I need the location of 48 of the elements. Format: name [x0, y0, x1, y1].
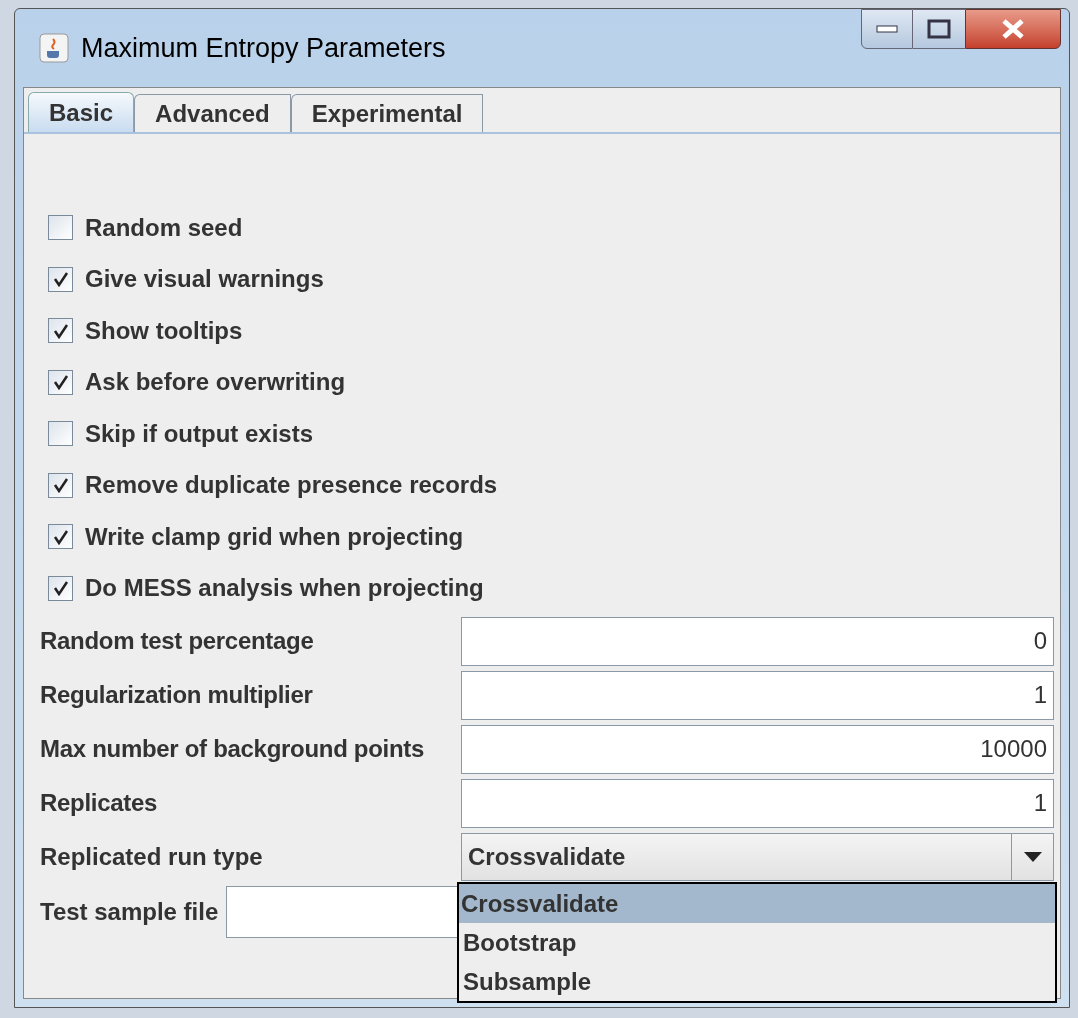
input-field[interactable]: 0: [461, 616, 1054, 666]
input-field[interactable]: 1: [461, 778, 1054, 828]
check-icon: [52, 528, 69, 545]
checkbox-label: Remove duplicate presence records: [85, 470, 498, 501]
tab[interactable]: Basic: [28, 92, 135, 132]
dropdown-option[interactable]: Bootstrap: [459, 923, 1055, 962]
coffee-cup-icon: [39, 33, 69, 63]
checkbox[interactable]: [48, 575, 73, 601]
checkbox-label: Write clamp grid when projecting: [85, 521, 464, 552]
checkbox[interactable]: [48, 421, 73, 447]
checkbox-label: Show tooltips: [85, 315, 243, 346]
field-label: Regularization multiplier: [40, 680, 314, 710]
window-title: Maximum Entropy Parameters: [81, 31, 446, 65]
close-icon: [1000, 18, 1026, 40]
field-label: Replicated run type: [40, 842, 264, 872]
close-button[interactable]: [965, 9, 1061, 49]
checkbox[interactable]: [48, 524, 73, 550]
minimize-icon: [876, 25, 898, 33]
input-field[interactable]: 10000: [461, 724, 1054, 774]
check-icon: [52, 271, 69, 288]
maximize-icon: [927, 19, 951, 39]
checkbox[interactable]: [48, 215, 73, 241]
tab[interactable]: Experimental: [290, 94, 484, 132]
dropdown-option[interactable]: Crossvalidate: [459, 884, 1055, 923]
field-label: Max number of background points: [40, 734, 426, 764]
dropdown[interactable]: Crossvalidate: [461, 833, 1054, 881]
checkbox[interactable]: [48, 318, 73, 344]
checkbox[interactable]: [48, 472, 73, 498]
check-icon: [52, 322, 69, 339]
minimize-button[interactable]: [861, 9, 913, 49]
maximize-button[interactable]: [913, 9, 965, 49]
checkbox[interactable]: [48, 266, 73, 292]
check-icon: [52, 580, 69, 597]
checkbox-label: Skip if output exists: [85, 418, 314, 449]
caret-icon: [1023, 852, 1042, 862]
checkbox-label: Ask before overwriting: [85, 367, 346, 398]
check-icon: [52, 374, 69, 391]
checkbox-label: Random seed: [85, 212, 243, 243]
tab[interactable]: Advanced: [134, 94, 291, 132]
checkbox[interactable]: [48, 369, 73, 395]
input-field[interactable]: 1: [461, 670, 1054, 720]
field-label: Random test percentage: [40, 626, 315, 656]
field-label: Test sample file: [40, 897, 219, 927]
checkbox-label: Give visual warnings: [85, 264, 324, 295]
dropdown-option[interactable]: Subsample: [459, 962, 1055, 1001]
field-label: Replicates: [40, 788, 159, 818]
checkbox-label: Do MESS analysis when projecting: [85, 573, 484, 604]
check-icon: [52, 477, 69, 494]
